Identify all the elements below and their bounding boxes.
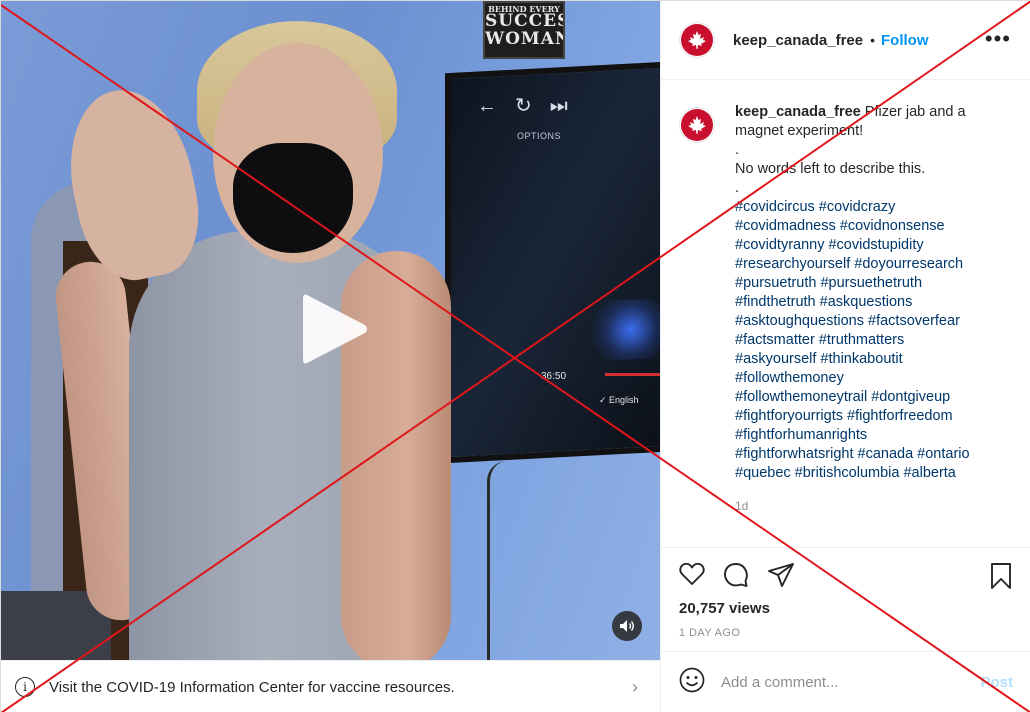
instagram-post: BEHIND EVERY SUCCESSFUL WOMAN ←↻⏭ OPTION… (0, 0, 1030, 712)
hashtag-line[interactable]: #findthetruth #askquestions (735, 293, 1005, 312)
caption-line: . (735, 142, 740, 158)
caption-line: . (735, 180, 740, 196)
share-icon[interactable] (767, 562, 795, 588)
post-caption: keep_canada_free Pfizer jab and a magnet… (679, 103, 1019, 543)
caption-body: keep_canada_free Pfizer jab and a magnet… (735, 103, 1005, 543)
hashtag-line[interactable]: #pursuetruth #pursuethetruth (735, 274, 1005, 293)
avatar[interactable] (679, 22, 715, 58)
caption-username[interactable]: keep_canada_free (735, 104, 861, 120)
video-player[interactable]: BEHIND EVERY SUCCESSFUL WOMAN ←↻⏭ OPTION… (1, 1, 660, 660)
hashtag-line[interactable]: #fightforwhatsright #canada #ontario (735, 445, 1005, 464)
post-actions-area: 20,757 views 1 DAY AGO (661, 547, 1030, 651)
hashtag-line[interactable]: #covidmadness #covidnonsense (735, 217, 1005, 236)
covid-info-text: Visit the COVID-19 Information Center fo… (49, 678, 455, 696)
bookmark-icon[interactable] (989, 562, 1013, 590)
hashtag-line[interactable]: #asktoughquestions #factsoverfear (735, 312, 1005, 331)
comment-icon[interactable] (723, 562, 749, 588)
caption-line: No words left to describe this. (735, 161, 926, 177)
hashtag-line[interactable]: #covidcircus #covidcrazy (735, 198, 1005, 217)
hashtag-line[interactable]: #fightforhumanrights (735, 426, 1005, 445)
hashtag-line[interactable]: #followthemoneytrail #dontgiveup (735, 388, 1005, 407)
more-options-icon[interactable]: ••• (985, 28, 1011, 50)
hashtag-line[interactable]: #factsmatter #truthmatters (735, 331, 1005, 350)
info-icon: i (15, 677, 35, 697)
follow-button[interactable]: Follow (881, 32, 929, 49)
hashtag-line[interactable]: #covidtyranny #covidstupidity (735, 236, 1005, 255)
wall-poster: BEHIND EVERY SUCCESSFUL WOMAN (483, 1, 565, 59)
hashtag-line[interactable]: #fightforyourrigts #fightforfreedom (735, 407, 1005, 426)
view-count[interactable]: 20,757 views (679, 600, 770, 617)
caption-time-ago: 1d (735, 499, 749, 513)
hashtag-line[interactable]: #askyourself #thinkaboutit (735, 350, 1005, 369)
post-header: keep_canada_free • Follow ••• (661, 1, 1030, 80)
hashtag-line[interactable]: #followthemoney (735, 369, 1005, 388)
post-side-panel: keep_canada_free • Follow ••• keep_canad… (660, 1, 1030, 712)
caption-avatar[interactable] (679, 107, 715, 143)
hashtag-line[interactable]: #quebec #britishcolumbia #alberta (735, 464, 1005, 483)
maple-leaf-icon (688, 116, 706, 134)
covid-info-banner[interactable]: i Visit the COVID-19 Information Center … (1, 660, 660, 712)
action-buttons (679, 562, 795, 588)
separator-dot: • (870, 32, 875, 48)
face-mask (233, 143, 353, 253)
speaker-icon[interactable] (612, 611, 642, 641)
post-date: 1 DAY AGO (679, 627, 741, 639)
chevron-right-icon: › (632, 676, 638, 697)
comment-input[interactable] (721, 674, 971, 691)
comment-bar: Post (661, 651, 1030, 712)
hashtag-line[interactable]: #researchyourself #doyourresearch (735, 255, 1005, 274)
post-comment-button[interactable]: Post (980, 674, 1013, 691)
maple-leaf-icon (688, 31, 706, 49)
heart-icon[interactable] (679, 562, 705, 588)
play-icon[interactable] (299, 291, 371, 367)
header-username[interactable]: keep_canada_free (733, 32, 863, 49)
emoji-icon[interactable] (679, 667, 705, 698)
